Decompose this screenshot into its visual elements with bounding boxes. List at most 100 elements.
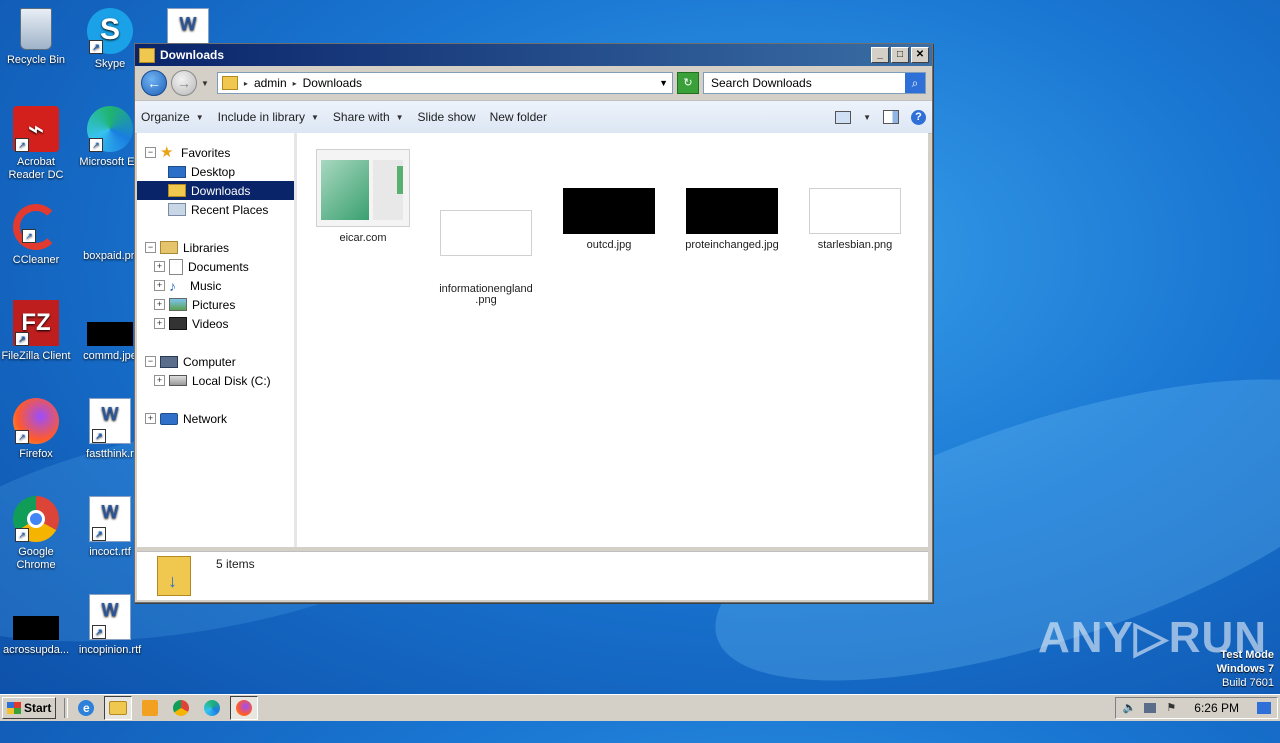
recent-places-icon [168,203,186,216]
clock[interactable]: 6:26 PM [1194,701,1239,715]
expand-toggle-icon[interactable]: + [145,413,156,424]
file-thumbnail [563,188,655,234]
address-dropdown-icon[interactable]: ▼ [659,78,668,88]
taskbar-chrome[interactable] [168,697,194,719]
minimize-button[interactable]: _ [871,47,889,63]
tree-item-libraries[interactable]: − Libraries [137,238,294,257]
details-pane: ↓ 5 items [137,551,928,600]
taskbar-edge[interactable] [199,697,225,719]
desktop-icon-acrossupda[interactable]: acrossupda... [0,594,74,657]
desktop-icon-chrome[interactable]: ↗ Google Chrome [0,496,74,572]
search-box[interactable]: ⌕ [703,72,926,94]
new-folder-button[interactable]: New folder [490,110,547,124]
chrome-icon [173,700,190,716]
collapse-toggle-icon[interactable]: − [145,147,156,158]
slide-show-button[interactable]: Slide show [418,110,476,124]
desktop-icon-firefox[interactable]: ↗ Firefox [0,398,74,461]
tree-item-local-disk[interactable]: + Local Disk (C:) [137,371,294,390]
tree-item-recent-places[interactable]: Recent Places [137,200,294,219]
tree-item-desktop[interactable]: Desktop [137,162,294,181]
taskbar-firefox[interactable] [230,696,259,720]
file-thumbnail [440,210,532,256]
star-icon: ★ [160,143,174,161]
show-desktop-icon[interactable] [1257,702,1271,714]
tree-item-downloads[interactable]: Downloads [137,181,294,200]
start-button[interactable]: Start [2,697,57,719]
file-name: proteinchanged.jpg [685,239,779,251]
desktop-icon-acrobat[interactable]: ⌁ ↗ Acrobat Reader DC [0,106,74,182]
word-document-icon: W ↗ [89,496,131,542]
media-player-icon [142,700,159,716]
navigation-bar: ← → ▼ ▸ admin ▸ Downloads ▼ ↻ ⌕ [135,66,932,100]
view-options-chevron-icon[interactable]: ▼ [863,113,871,122]
tree-item-network[interactable]: + Network [137,409,294,428]
help-icon[interactable]: ? [911,109,926,125]
network-icon [160,412,178,425]
recent-pages-chevron-icon[interactable]: ▼ [201,79,209,88]
chevron-down-icon: ▼ [311,112,319,122]
chevron-down-icon: ▼ [395,112,404,122]
collapse-toggle-icon[interactable]: − [145,242,156,253]
recycle-bin-icon [20,8,52,50]
back-button[interactable]: ← [141,70,167,96]
desktop-icon-recycle-bin[interactable]: Recycle Bin [0,8,74,67]
expand-toggle-icon[interactable]: + [154,318,165,329]
desktop-icon-incopinion[interactable]: W ↗ incopinion.rtf [72,594,148,657]
title-bar[interactable]: Downloads _ □ ✕ [135,44,932,66]
taskbar-internet-explorer[interactable]: e [73,697,99,719]
search-icon[interactable]: ⌕ [905,73,925,93]
breadcrumb-arrow-icon[interactable]: ▸ [293,79,297,88]
organize-button[interactable]: Organize ▼ [141,110,204,124]
file-item[interactable]: informationengland .png [436,188,536,328]
word-document-icon: W ↗ [89,594,131,640]
file-thumbnail [316,149,410,227]
taskbar: Start e 🔈 ⚑ 6:26 PM [0,694,1280,721]
expand-toggle-icon[interactable]: + [154,375,165,386]
network-tray-icon[interactable] [1144,703,1157,713]
tree-item-music[interactable]: + ♪ Music [137,276,294,295]
item-count: 5 items [216,557,255,571]
close-button[interactable]: ✕ [911,47,929,63]
expand-toggle-icon[interactable]: + [154,280,165,291]
include-in-library-button[interactable]: Include in library ▼ [218,110,319,124]
expand-toggle-icon[interactable]: + [154,261,165,272]
share-with-button[interactable]: Share with ▼ [333,110,404,124]
taskbar-media-player[interactable] [137,697,163,719]
breadcrumb-admin[interactable]: admin [254,76,287,90]
downloads-folder-icon: ↓ [157,556,191,596]
search-input[interactable] [709,75,905,91]
tree-item-pictures[interactable]: + Pictures [137,295,294,314]
taskbar-explorer[interactable] [104,696,133,720]
tree-item-documents[interactable]: + Documents [137,257,294,276]
expand-toggle-icon[interactable]: + [154,299,165,310]
windows-version-info: Test Mode Windows 7 Build 7601 [1216,649,1274,689]
acrobat-icon: ⌁ ↗ [13,106,59,152]
tree-item-computer[interactable]: − Computer [137,352,294,371]
explorer-window: Downloads _ □ ✕ ← → ▼ ▸ admin ▸ Download… [134,43,933,603]
change-view-icon[interactable] [835,110,852,124]
desktop-icon-ccleaner[interactable]: ↗ CCleaner [0,204,74,267]
file-item[interactable]: outcd.jpg [559,188,659,251]
navigation-pane: − ★ Favorites Desktop Downloads Recent P… [137,133,297,547]
desktop-icon-filezilla[interactable]: FZ ↗ FileZilla Client [0,300,74,363]
action-center-flag-icon[interactable]: ⚑ [1164,702,1178,714]
volume-icon[interactable]: 🔈 [1122,702,1136,714]
breadcrumb-downloads[interactable]: Downloads [303,76,362,90]
file-item[interactable]: proteinchanged.jpg [682,188,782,251]
system-tray: 🔈 ⚑ 6:26 PM [1115,697,1278,719]
file-item[interactable]: eicar.com [313,149,413,244]
tree-item-videos[interactable]: + Videos [137,314,294,333]
chevron-down-icon: ▼ [195,112,204,122]
forward-button[interactable]: → [171,70,197,96]
tree-item-favorites[interactable]: − ★ Favorites [137,143,294,162]
preview-pane-icon[interactable] [883,110,899,124]
file-item[interactable]: starlesbian.png [805,188,905,251]
address-bar[interactable]: ▸ admin ▸ Downloads ▼ [216,72,673,94]
maximize-button[interactable]: □ [891,47,909,63]
black-image-icon [87,322,133,346]
filezilla-icon: FZ ↗ [13,300,59,346]
file-thumbnail [686,188,778,234]
breadcrumb-arrow-icon[interactable]: ▸ [244,79,248,88]
collapse-toggle-icon[interactable]: − [145,356,156,367]
refresh-button[interactable]: ↻ [677,72,699,94]
